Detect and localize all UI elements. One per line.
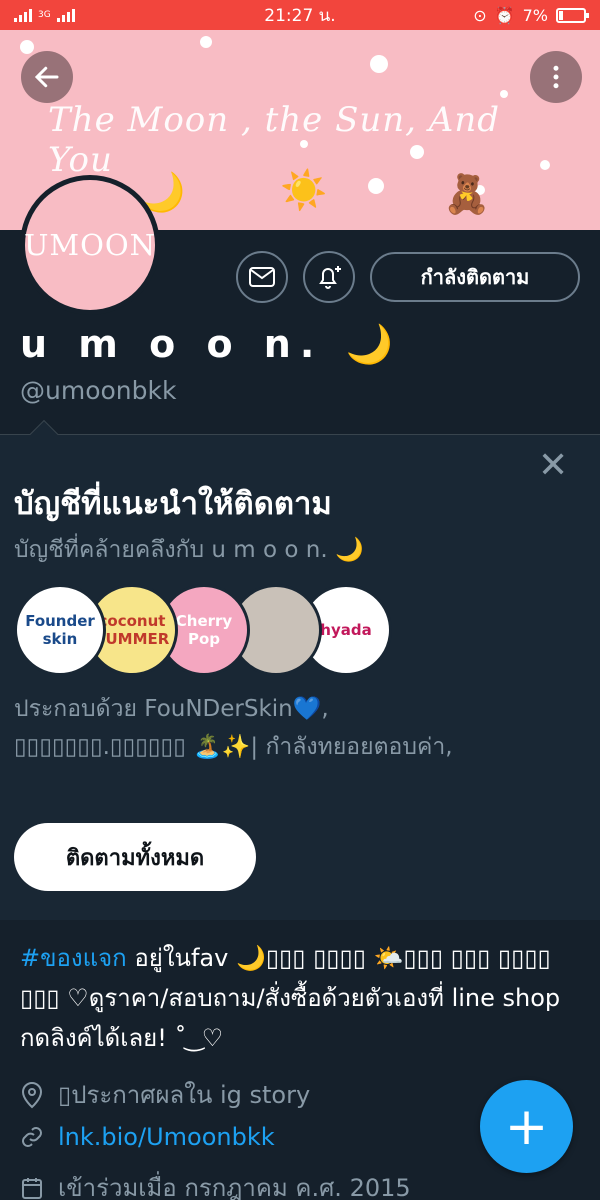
envelope-icon: [249, 267, 275, 287]
following-button[interactable]: กำลังติดตาม: [370, 252, 580, 302]
avatar-text: UMOON: [24, 180, 155, 310]
link-row: lnk.bio/Umoonbkk: [20, 1123, 275, 1151]
back-button[interactable]: [21, 51, 73, 103]
website-link[interactable]: lnk.bio/Umoonbkk: [58, 1123, 275, 1151]
display-name: u m o o n. 🌙: [20, 322, 402, 366]
suggestions-title: บัญชีที่แนะนำให้ติดตาม: [14, 486, 332, 522]
calendar-icon: [22, 1177, 42, 1199]
avatar[interactable]: UMOON: [20, 175, 160, 315]
more-options-button[interactable]: [530, 51, 582, 103]
notifications-button[interactable]: [303, 251, 355, 303]
follow-all-button[interactable]: ติดตามทั้งหมด: [14, 823, 256, 891]
battery-icon: [556, 7, 589, 23]
joined-date: เข้าร่วมเมื่อ กรกฎาคม ค.ศ. 2015: [58, 1174, 411, 1200]
suggested-avatar-founderskin[interactable]: Founder skin: [14, 584, 106, 676]
status-bar: 3G 21:27 น. ⊙ ⏰ 7%: [0, 0, 600, 30]
link-icon: [22, 1127, 42, 1147]
clock: 21:27 น.: [264, 5, 336, 26]
more-vertical-icon: [553, 65, 559, 89]
location-row: ▯ประกาศผลใน ig story: [20, 1075, 310, 1114]
message-button[interactable]: [236, 251, 288, 303]
compose-plus-icon: +: [504, 1096, 549, 1157]
suggestions-description-line1: ประกอบด้วย FouNDerSkin💙,: [14, 696, 329, 722]
arrow-left-icon: [34, 66, 59, 88]
suggestions-subtitle: บัญชีที่คล้ายคลึงกับ u m o o n. 🌙: [14, 537, 364, 563]
location-text: ▯ประกาศผลใน ig story: [58, 1081, 311, 1109]
bio: #ของแจก อยู่ในfav 🌙▯▯▯ ▯▯▯▯ 🌤️▯▯▯ ▯▯▯ ▯▯…: [20, 938, 580, 1058]
suggestions-description: ประกอบด้วย FouNDerSkin💙, ▯▯▯▯▯▯▯.▯▯▯▯▯▯ …: [14, 690, 589, 766]
compose-button[interactable]: +: [480, 1080, 573, 1173]
location-pin-icon: [21, 1081, 43, 1108]
close-icon[interactable]: ✕: [538, 448, 568, 484]
bell-plus-icon: [319, 266, 341, 289]
joined-row: เข้าร่วมเมื่อ กรกฎาคม ค.ศ. 2015: [20, 1168, 411, 1200]
bio-hashtag-link[interactable]: #ของแจก: [20, 944, 127, 972]
username-handle: @umoonbkk: [20, 376, 177, 405]
teddy-bear-emoji: 🧸: [443, 172, 491, 216]
suggestions-description-line2: ▯▯▯▯▯▯▯.▯▯▯▯▯▯ 🏝️✨| กำลังทยอยตอบค่า,: [14, 734, 453, 760]
suggested-avatars[interactable]: Founder skin coconut SUMMER Cherry Pop h…: [14, 584, 394, 676]
sun-emoji: ☀️: [280, 168, 328, 212]
